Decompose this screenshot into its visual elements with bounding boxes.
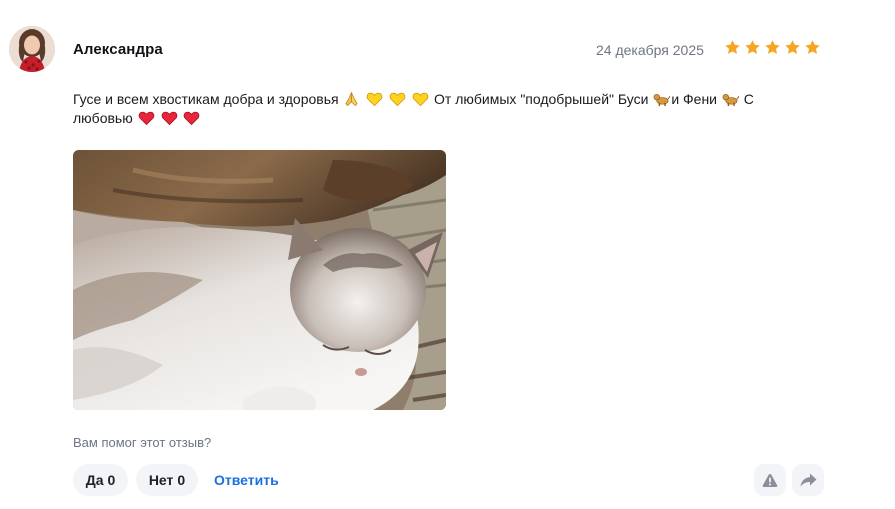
review-photo[interactable] — [73, 150, 446, 410]
review-text: Гусе и всем хвостикам добра и здоровья О… — [73, 90, 793, 128]
star-icon — [805, 40, 820, 54]
star-icon — [785, 40, 800, 54]
dog-icon — [722, 93, 739, 107]
vote-no-button[interactable]: Нет 0 — [136, 464, 198, 496]
vote-yes-button[interactable]: Да 0 — [73, 464, 128, 496]
praying-hands-icon — [345, 92, 359, 107]
yellow-heart-icon — [389, 92, 406, 107]
share-button[interactable] — [792, 464, 824, 496]
warning-icon — [762, 473, 778, 487]
review-date: 24 декабря 2025 — [596, 42, 704, 58]
avatar[interactable] — [9, 26, 55, 72]
vote-no-label: Нет — [148, 472, 174, 488]
red-heart-icon — [161, 111, 177, 126]
rating-stars — [724, 39, 821, 59]
review-text-part-1: Гусе и всем хвостикам добра и здоровья — [73, 91, 339, 107]
review-text-part-2: От любимых "подобрышей" Буси — [434, 91, 649, 107]
vote-yes-count: 0 — [107, 472, 116, 488]
share-icon — [800, 473, 816, 487]
report-button[interactable] — [754, 464, 786, 496]
red-heart-icon — [184, 111, 200, 126]
yellow-heart-icon — [412, 92, 429, 107]
star-icon — [745, 40, 760, 54]
helpful-question: Вам помог этот отзыв? — [73, 435, 212, 450]
author-name[interactable]: Александра — [73, 40, 163, 60]
star-icon — [765, 40, 780, 54]
vote-no-count: 0 — [177, 472, 186, 488]
review-text-part-3: и Фени — [671, 91, 718, 107]
yellow-heart-icon — [367, 92, 383, 107]
review-card: Александра 24 декабря 2025 Гусе и всем х… — [0, 0, 895, 509]
reply-link[interactable]: Ответить — [214, 472, 279, 489]
vote-yes-label: Да — [85, 472, 104, 488]
dog-icon — [653, 93, 671, 107]
star-icon — [725, 40, 740, 54]
red-heart-icon — [138, 111, 154, 126]
